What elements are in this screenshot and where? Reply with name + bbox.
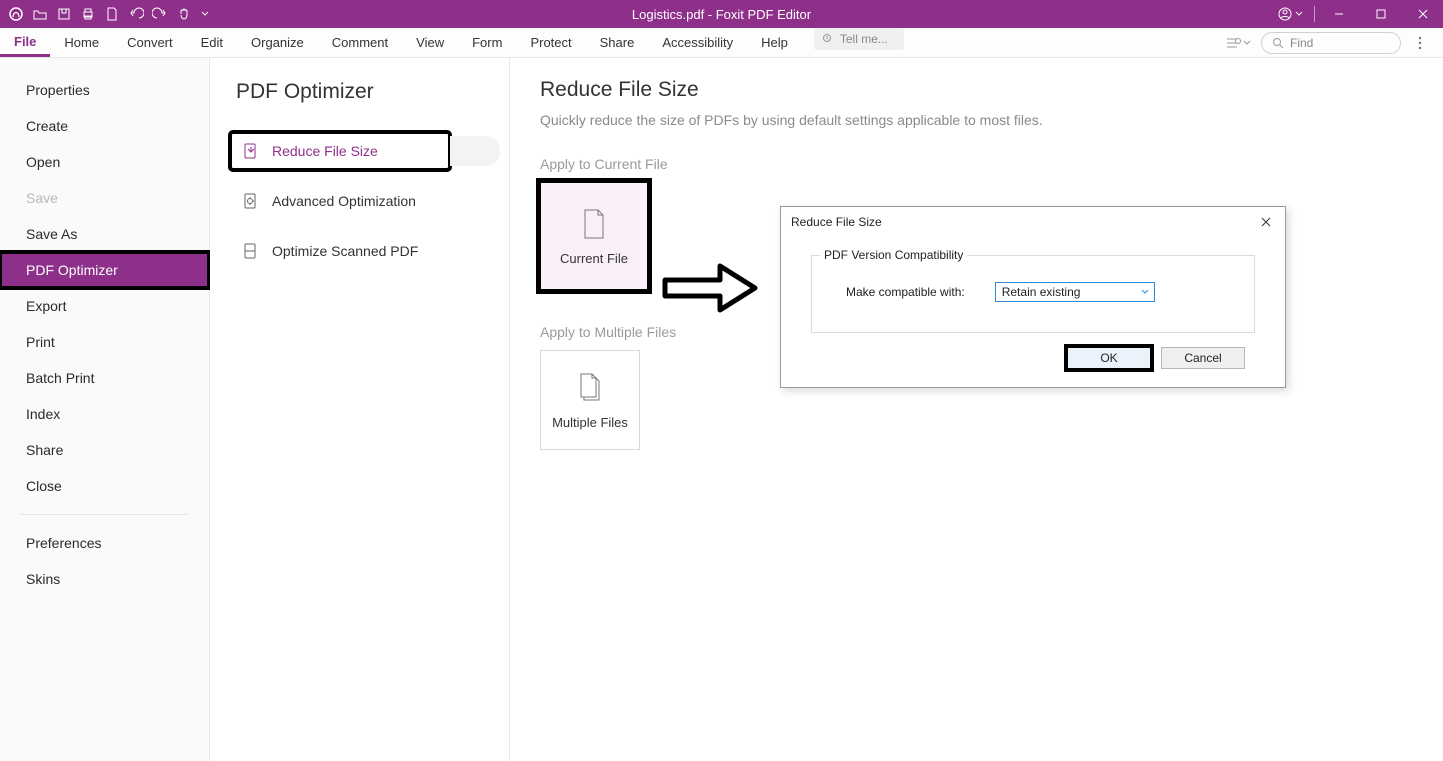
tab-convert[interactable]: Convert bbox=[113, 28, 187, 57]
file-item-create[interactable]: Create bbox=[0, 108, 209, 144]
content-title: Reduce File Size bbox=[540, 78, 1443, 102]
find-input[interactable]: Find bbox=[1261, 32, 1401, 54]
file-item-index[interactable]: Index bbox=[0, 396, 209, 432]
window-title: Logistics.pdf - Foxit PDF Editor bbox=[632, 7, 811, 22]
minimize-button[interactable] bbox=[1319, 0, 1359, 28]
app-logo-icon bbox=[8, 6, 24, 22]
ok-button[interactable]: OK bbox=[1067, 347, 1151, 369]
print-icon[interactable] bbox=[80, 6, 96, 22]
compat-value: Retain existing bbox=[1002, 285, 1081, 299]
chevron-down-icon bbox=[1140, 287, 1150, 297]
option-label: Advanced Optimization bbox=[272, 193, 416, 209]
file-item-properties[interactable]: Properties bbox=[0, 72, 209, 108]
file-item-print[interactable]: Print bbox=[0, 324, 209, 360]
tile-label: Current File bbox=[560, 251, 628, 266]
option-optimize-scanned[interactable]: Optimize Scanned PDF bbox=[230, 232, 491, 270]
new-doc-icon[interactable] bbox=[104, 6, 120, 22]
tab-protect[interactable]: Protect bbox=[516, 28, 585, 57]
tab-form[interactable]: Form bbox=[458, 28, 516, 57]
compat-label: Make compatible with: bbox=[846, 285, 965, 299]
optimizer-options: PDF Optimizer Reduce File Size Advanced … bbox=[210, 58, 510, 761]
ribbon-more-icon[interactable] bbox=[1411, 36, 1429, 50]
quick-access-toolbar bbox=[0, 6, 210, 22]
file-item-close[interactable]: Close bbox=[0, 468, 209, 504]
account-icon[interactable] bbox=[1270, 0, 1310, 28]
close-button[interactable] bbox=[1403, 0, 1443, 28]
window-controls bbox=[1270, 0, 1443, 28]
tab-organize[interactable]: Organize bbox=[237, 28, 318, 57]
search-options-icon[interactable] bbox=[1225, 36, 1251, 50]
search-icon bbox=[1272, 37, 1284, 49]
file-item-save: Save bbox=[0, 180, 209, 216]
file-item-save-as[interactable]: Save As bbox=[0, 216, 209, 252]
file-item-preferences[interactable]: Preferences bbox=[0, 525, 209, 561]
tab-comment[interactable]: Comment bbox=[318, 28, 402, 57]
tab-share[interactable]: Share bbox=[586, 28, 649, 57]
file-item-export[interactable]: Export bbox=[0, 288, 209, 324]
open-icon[interactable] bbox=[32, 6, 48, 22]
tile-current-file[interactable]: Current File bbox=[540, 182, 648, 290]
compat-select[interactable]: Retain existing bbox=[995, 282, 1155, 302]
fieldset-legend: PDF Version Compatibility bbox=[820, 248, 967, 262]
file-item-open[interactable]: Open bbox=[0, 144, 209, 180]
advanced-opt-icon bbox=[242, 192, 260, 210]
option-label: Optimize Scanned PDF bbox=[272, 243, 418, 259]
file-item-batch-print[interactable]: Batch Print bbox=[0, 360, 209, 396]
option-advanced-optimization[interactable]: Advanced Optimization bbox=[230, 182, 491, 220]
scan-opt-icon bbox=[242, 242, 260, 260]
find-placeholder: Find bbox=[1290, 36, 1313, 50]
tile-label: Multiple Files bbox=[552, 415, 628, 430]
file-menu: Properties Create Open Save Save As PDF … bbox=[0, 58, 210, 761]
tab-edit[interactable]: Edit bbox=[187, 28, 237, 57]
tab-home[interactable]: Home bbox=[50, 28, 113, 57]
option-label: Reduce File Size bbox=[272, 143, 378, 159]
ribbon: File Home Convert Edit Organize Comment … bbox=[0, 28, 1443, 58]
arrow-icon bbox=[660, 258, 760, 318]
file-item-share[interactable]: Share bbox=[0, 432, 209, 468]
separator bbox=[20, 514, 189, 515]
reduce-size-icon bbox=[242, 142, 260, 160]
option-reduce-file-size[interactable]: Reduce File Size bbox=[230, 132, 450, 170]
fieldset-pdf-version: PDF Version Compatibility Make compatibl… bbox=[811, 255, 1255, 333]
tell-me-search[interactable]: Tell me... bbox=[814, 28, 904, 50]
dialog-reduce-file-size: Reduce File Size PDF Version Compatibili… bbox=[780, 206, 1286, 388]
file-icon bbox=[580, 207, 608, 241]
tell-me-placeholder: Tell me... bbox=[840, 32, 888, 46]
content-subtitle: Quickly reduce the size of PDFs by using… bbox=[540, 112, 1443, 128]
dialog-close-button[interactable] bbox=[1257, 213, 1275, 231]
separator bbox=[1314, 6, 1315, 22]
cancel-button[interactable]: Cancel bbox=[1161, 347, 1245, 369]
dialog-title: Reduce File Size bbox=[791, 215, 882, 229]
file-item-skins[interactable]: Skins bbox=[0, 561, 209, 597]
backstage: Properties Create Open Save Save As PDF … bbox=[0, 58, 1443, 761]
optimizer-content: Reduce File Size Quickly reduce the size… bbox=[510, 58, 1443, 761]
undo-icon[interactable] bbox=[128, 6, 144, 22]
tab-help[interactable]: Help bbox=[747, 28, 802, 57]
tab-file[interactable]: File bbox=[0, 28, 50, 57]
tab-accessibility[interactable]: Accessibility bbox=[648, 28, 747, 57]
tile-multiple-files[interactable]: Multiple Files bbox=[540, 350, 640, 450]
hand-icon[interactable] bbox=[176, 6, 192, 22]
apply-current-label: Apply to Current File bbox=[540, 156, 1443, 172]
options-title: PDF Optimizer bbox=[230, 80, 491, 104]
qat-dropdown-icon[interactable] bbox=[200, 6, 210, 22]
redo-icon[interactable] bbox=[152, 6, 168, 22]
save-icon[interactable] bbox=[56, 6, 72, 22]
tab-view[interactable]: View bbox=[402, 28, 458, 57]
titlebar: Logistics.pdf - Foxit PDF Editor bbox=[0, 0, 1443, 28]
file-item-pdf-optimizer[interactable]: PDF Optimizer bbox=[0, 252, 209, 288]
files-icon bbox=[576, 371, 604, 405]
maximize-button[interactable] bbox=[1361, 0, 1401, 28]
